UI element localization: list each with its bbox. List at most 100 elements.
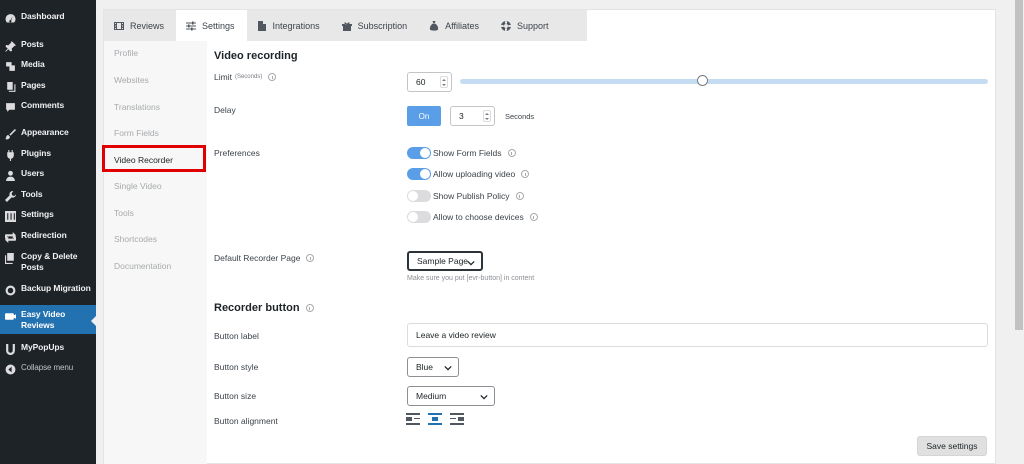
wp-menu-label: Posts — [21, 39, 44, 49]
wp-menu-label: Copy & Delete Posts — [21, 251, 78, 272]
sliders-icon — [186, 21, 197, 30]
backup-icon — [4, 284, 16, 296]
wp-menu-easy-video-reviews[interactable]: Easy Video Reviews — [0, 305, 96, 334]
button-style-label: Button style — [214, 362, 259, 372]
default-recorder-page-select[interactable]: Sample Page — [407, 251, 483, 271]
info-icon[interactable] — [515, 192, 524, 200]
pref-label: Allow to choose devices — [433, 212, 524, 222]
save-settings-button[interactable]: Save settings — [917, 436, 987, 456]
wp-menu-pages[interactable]: Pages — [0, 80, 96, 93]
align-left-icon[interactable] — [406, 413, 420, 425]
info-icon[interactable] — [268, 73, 277, 81]
wp-admin-sidebar: Dashboard Posts Media Pages Comments App… — [0, 0, 96, 464]
plugin-icon — [4, 149, 16, 161]
wp-menu-media[interactable]: Media — [0, 59, 96, 72]
wp-menu-collapse[interactable]: Collapse menu — [0, 362, 96, 375]
wp-menu-tools[interactable]: Tools — [0, 189, 96, 202]
info-icon[interactable] — [306, 254, 315, 262]
media-icon — [4, 60, 16, 72]
chevron-down-icon — [480, 394, 488, 400]
collapse-icon — [4, 363, 16, 375]
wp-menu-appearance[interactable]: Appearance — [0, 127, 96, 140]
pref-allow-uploading-video[interactable]: Allow uploading video — [407, 168, 530, 180]
button-size-label: Button size — [214, 391, 257, 401]
tab-affiliates[interactable]: Affiliates — [419, 10, 491, 41]
gift-icon — [341, 21, 352, 31]
wp-menu-backup-migration[interactable]: Backup Migration — [0, 283, 96, 296]
tab-subscription[interactable]: Subscription — [332, 10, 420, 41]
pin-icon — [4, 40, 16, 52]
mypopups-icon — [4, 343, 16, 355]
preferences-label: Preferences — [214, 148, 260, 158]
limit-label: Limit (Seconds) — [214, 72, 277, 82]
info-icon[interactable] — [521, 170, 530, 178]
tab-support[interactable]: Support — [491, 10, 561, 41]
wp-menu-comments[interactable]: Comments — [0, 100, 96, 113]
section-title-recorder-button: Recorder button — [214, 302, 314, 314]
wp-menu-posts[interactable]: Posts — [0, 39, 96, 52]
comment-icon — [4, 101, 16, 113]
wp-menu-label: Easy Video Reviews — [21, 309, 66, 330]
video-review-icon — [4, 310, 16, 322]
delay-on-button[interactable]: On — [407, 106, 441, 126]
scrollbar-thumb[interactable] — [1015, 0, 1023, 330]
button-label-label: Button label — [214, 331, 259, 341]
wp-menu-label: Media — [21, 59, 45, 69]
button-alignment-label: Button alignment — [214, 416, 278, 426]
tab-label: Affiliates — [445, 20, 479, 31]
limit-label-text: Limit — [214, 72, 232, 82]
tab-settings[interactable]: Settings — [176, 10, 247, 41]
spinner-icon[interactable] — [440, 76, 448, 88]
wp-menu-users[interactable]: Users — [0, 168, 96, 181]
toggle-switch-off[interactable] — [407, 190, 431, 202]
wp-menu-label: Users — [21, 168, 45, 178]
settings-menu-websites[interactable]: Websites — [114, 75, 149, 85]
settings-menu-single-video[interactable]: Single Video — [114, 181, 162, 191]
settings-sliders-icon — [4, 210, 16, 222]
wp-menu-redirection[interactable]: Redirection — [0, 230, 96, 243]
wp-menu-copy-delete-posts[interactable]: Copy & Delete Posts — [0, 251, 96, 273]
align-right-icon[interactable] — [450, 413, 464, 425]
pref-show-form-fields[interactable]: Show Form Fields — [407, 147, 516, 159]
settings-menu-translations[interactable]: Translations — [114, 102, 160, 112]
settings-menu-documentation[interactable]: Documentation — [114, 261, 171, 271]
default-recorder-page-label: Default Recorder Page — [214, 253, 315, 263]
info-icon[interactable] — [529, 213, 538, 221]
default-page-hint: Make sure you put [evr-button] in conten… — [407, 275, 535, 282]
wp-menu-mypopups[interactable]: MyPopUps — [0, 342, 96, 355]
tab-label: Reviews — [130, 20, 165, 31]
tab-label: Subscription — [357, 20, 408, 31]
page-scrollbar[interactable] — [1014, 0, 1024, 464]
chevron-down-icon — [444, 365, 452, 371]
settings-menu-shortcodes[interactable]: Shortcodes — [114, 234, 157, 244]
button-label-input[interactable]: Leave a video review — [407, 323, 988, 347]
paintbrush-icon — [4, 128, 16, 140]
wp-menu-label: MyPopUps — [21, 342, 65, 352]
limit-number-input[interactable]: 60 — [407, 72, 452, 92]
pref-allow-choose-devices[interactable]: Allow to choose devices — [407, 211, 538, 223]
tab-reviews[interactable]: Reviews — [104, 10, 176, 41]
button-style-select[interactable]: Blue — [407, 357, 459, 377]
delay-unit: Seconds — [505, 112, 535, 121]
toggle-switch-off[interactable] — [407, 211, 431, 223]
align-center-icon[interactable] — [428, 413, 442, 425]
pref-show-publish-policy[interactable]: Show Publish Policy — [407, 190, 524, 202]
button-size-select[interactable]: Medium — [407, 386, 495, 406]
tab-integrations[interactable]: Integrations — [247, 10, 332, 41]
wp-menu-dashboard[interactable]: Dashboard — [0, 11, 96, 24]
spinner-icon[interactable] — [483, 110, 491, 122]
settings-menu-profile[interactable]: Profile — [114, 48, 138, 58]
film-icon — [114, 21, 124, 30]
wp-menu-plugins[interactable]: Plugins — [0, 148, 96, 161]
limit-slider-track[interactable] — [460, 79, 988, 84]
settings-menu-tools[interactable]: Tools — [114, 208, 134, 218]
toggle-switch-on[interactable] — [407, 168, 431, 180]
toggle-switch-on[interactable] — [407, 147, 431, 159]
info-icon[interactable] — [305, 304, 314, 312]
document-icon — [257, 20, 266, 31]
wp-menu-settings[interactable]: Settings — [0, 209, 96, 222]
active-menu-arrow — [91, 316, 96, 326]
settings-menu-form-fields[interactable]: Form Fields — [114, 128, 159, 138]
info-icon[interactable] — [507, 149, 516, 157]
delay-number-input[interactable]: 3 — [450, 106, 495, 126]
